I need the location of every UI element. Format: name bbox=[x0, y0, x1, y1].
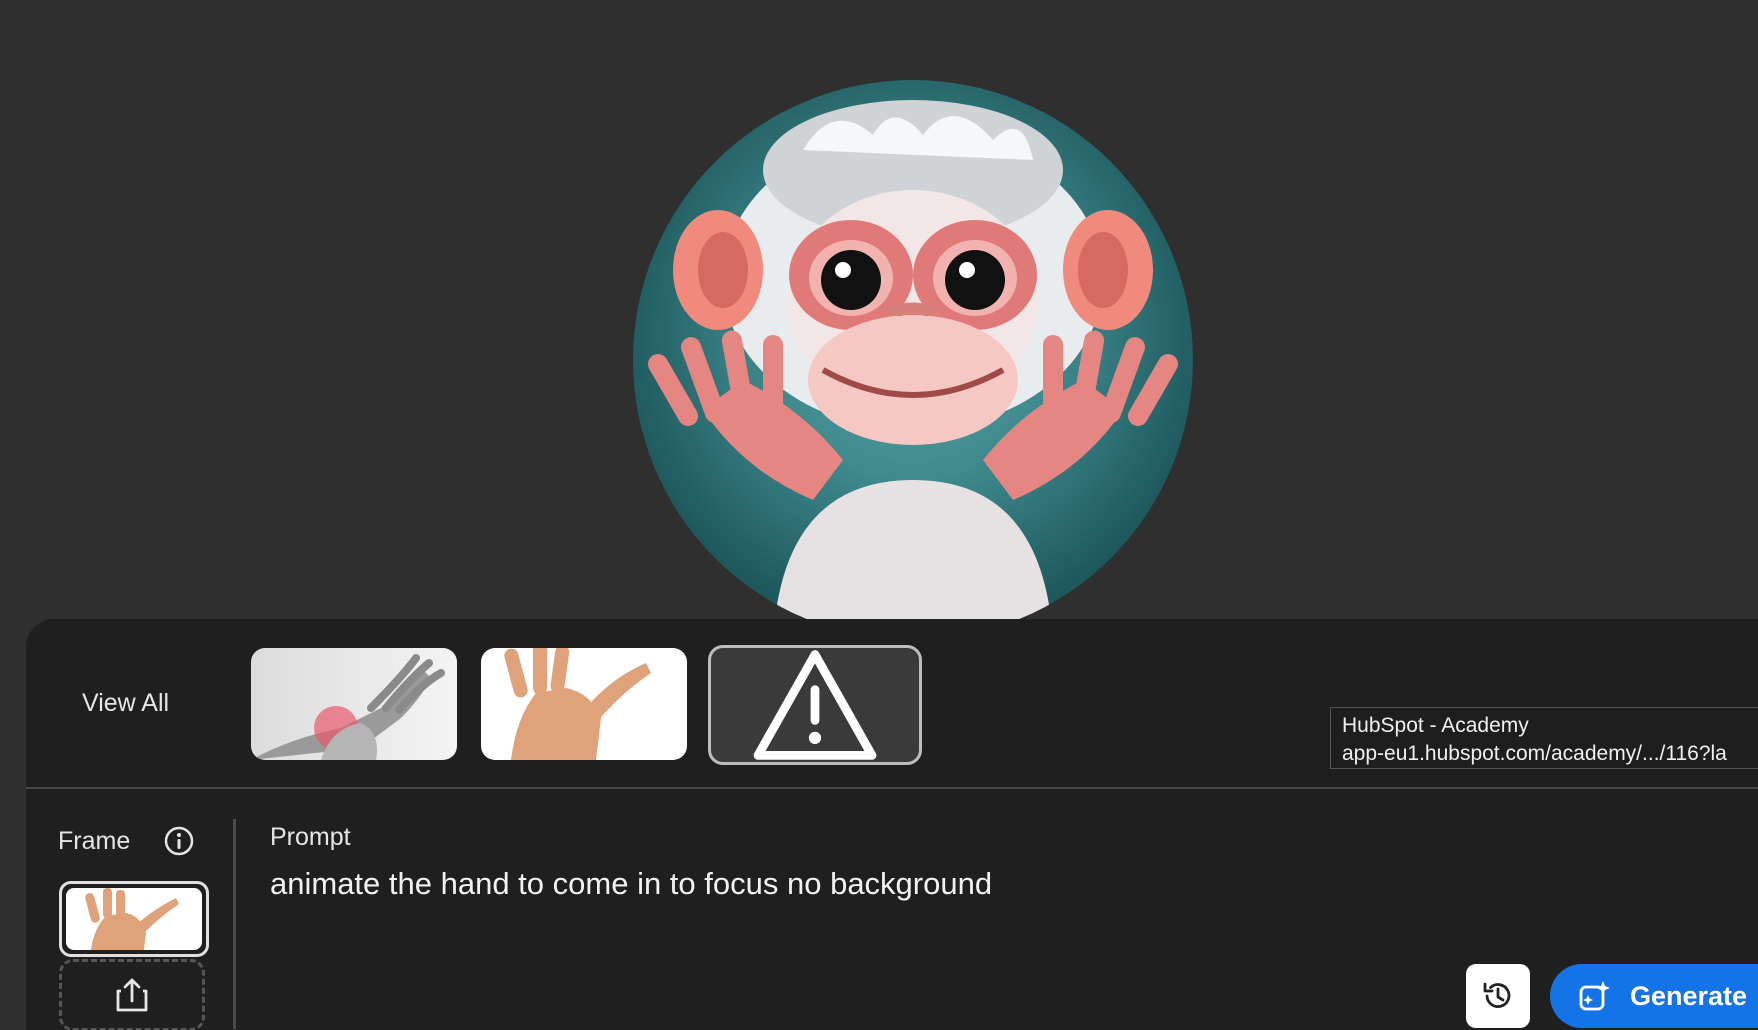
tooltip-url: app-eu1.hubspot.com/academy/.../116?la bbox=[1342, 742, 1727, 765]
prompt-label: Prompt bbox=[270, 823, 351, 851]
view-all-link[interactable]: View All bbox=[82, 689, 169, 718]
generate-sparkle-icon bbox=[1579, 981, 1610, 1011]
frame-thumbnail[interactable] bbox=[59, 881, 209, 957]
warning-icon bbox=[753, 650, 877, 760]
history-icon bbox=[1483, 982, 1511, 1008]
generated-preview-image bbox=[633, 80, 1193, 640]
generate-label: Generate bbox=[1630, 980, 1748, 1011]
monkey-illustration bbox=[648, 100, 1178, 640]
hand-wrist-pain-thumbnail[interactable] bbox=[251, 648, 457, 760]
upload-icon bbox=[116, 978, 148, 1012]
app-window: View All Frame Prompt animate the hand t… bbox=[0, 0, 1758, 1030]
wrist-hand-image bbox=[251, 654, 445, 760]
generation-panel: View All Frame Prompt animate the hand t… bbox=[26, 619, 1758, 1030]
info-icon[interactable] bbox=[164, 826, 194, 856]
prompt-input[interactable]: animate the hand to come in to focus no … bbox=[270, 866, 1470, 902]
upload-frame-button[interactable] bbox=[59, 959, 205, 1030]
frame-label: Frame bbox=[58, 827, 131, 855]
raised-hand-thumbnail[interactable] bbox=[481, 648, 687, 760]
history-button[interactable] bbox=[1466, 964, 1530, 1028]
warning-thumbnail[interactable] bbox=[708, 645, 922, 765]
raised-hand-image bbox=[504, 648, 651, 760]
panel-divider bbox=[26, 787, 1758, 789]
link-tooltip: HubSpot - Academy app-eu1.hubspot.com/ac… bbox=[1330, 707, 1758, 769]
generate-button[interactable]: Generate bbox=[1550, 964, 1758, 1028]
column-separator bbox=[233, 819, 236, 1029]
frame-thumbnail-image bbox=[66, 888, 202, 950]
tooltip-title: HubSpot - Academy bbox=[1342, 714, 1529, 737]
